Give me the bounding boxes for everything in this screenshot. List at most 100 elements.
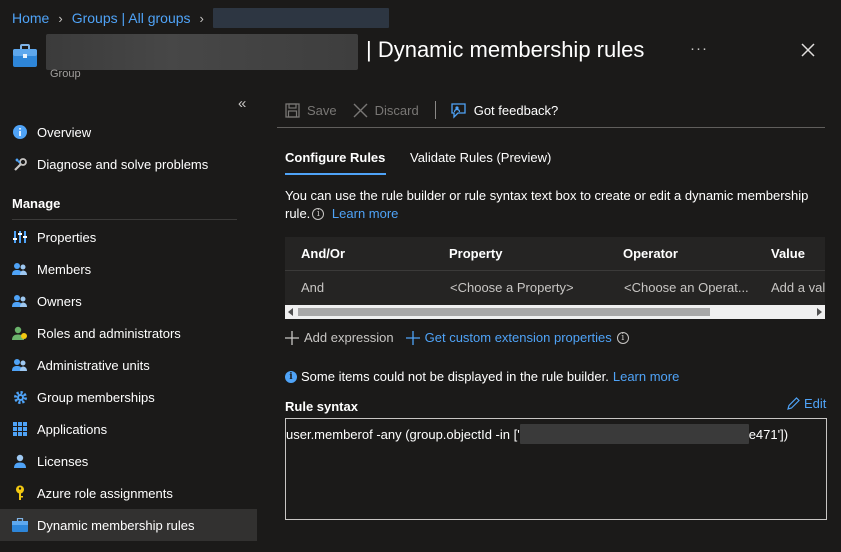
sidebar-item-members[interactable]: Members [0,253,257,285]
sidebar-item-label: Applications [37,421,108,437]
licenses-icon [12,453,28,469]
page-subtitle: Group [50,68,81,80]
breadcrumb-redacted[interactable] [212,8,389,28]
rule-actions: Add expression Get custom extension prop… [285,330,645,345]
rule-syntax-value: user.memberof -any (group.objectId -in [… [286,424,788,444]
rule-syntax-textbox[interactable]: user.memberof -any (group.objectId -in [… [285,418,827,520]
property-select[interactable]: <Choose a Property> [450,280,574,295]
sidebar-item-admin-units[interactable]: Administrative units [0,349,257,381]
edit-label: Edit [804,396,827,411]
sidebar-item-label: Owners [37,293,82,309]
sidebar-item-dynamic-membership-rules[interactable]: Dynamic membership rules [0,509,257,541]
chevron-right-icon: › [199,10,204,26]
sidebar-item-group-memberships[interactable]: Group memberships [0,381,257,413]
sidebar-item-owners[interactable]: Owners [0,285,257,317]
section-title-manage: Manage [12,196,61,211]
owners-icon [12,293,28,309]
sidebar-item-overview[interactable]: Overview [0,116,257,148]
info-icon[interactable]: i [312,208,325,220]
notice-text: Some items could not be displayed in the… [301,369,609,384]
wrench-icon [12,156,28,172]
gear-icon [12,389,28,405]
properties-icon [12,229,28,245]
divider [12,219,237,220]
scroll-right-icon[interactable] [817,308,822,316]
breadcrumb: Home › Groups | All groups › [12,8,389,28]
custom-extension-label: Get custom extension properties [424,330,612,345]
sidebar-item-label: Properties [37,229,97,245]
sidebar-item-applications[interactable]: Applications [0,413,257,445]
save-button[interactable]: Save [285,103,337,118]
divider [277,127,825,128]
sidebar-item-label: Group memberships [37,389,155,405]
scroll-left-icon[interactable] [288,308,293,316]
sidebar-item-label: Roles and administrators [37,325,181,341]
plus-icon [405,330,420,345]
value-input[interactable]: Add a val [771,280,825,295]
rule-syntax-label: Rule syntax [285,399,358,414]
pencil-icon [787,397,800,410]
more-options-button[interactable]: ··· [690,40,708,57]
info-icon[interactable]: i [616,331,629,344]
breadcrumb-groups[interactable]: Groups | All groups [72,10,191,26]
group-name-redacted [46,34,358,70]
column-header: Value [771,246,805,261]
close-icon[interactable] [800,42,816,58]
operator-select[interactable]: <Choose an Operat... [624,280,749,295]
sidebar-item-roles[interactable]: Roles and administrators [0,317,257,349]
feedback-button[interactable]: Got feedback? [450,102,559,119]
tab-validate-rules[interactable]: Validate Rules (Preview) [410,150,551,165]
plus-icon [285,330,299,345]
sidebar-item-label: Overview [37,124,92,140]
sidebar-item-label: Members [37,261,92,277]
rule-syntax-suffix: e471']) [748,427,789,442]
collapse-sidebar-icon[interactable]: « [238,95,246,112]
and-or-select[interactable]: And [301,280,324,295]
table-header-row: And/Or Property Operator Value [285,237,825,271]
info-icon [12,124,28,140]
rule-syntax-prefix: user.memberof -any (group.objectId -in [… [286,427,520,442]
column-header: Operator [623,246,678,261]
tab-configure-rules[interactable]: Configure Rules [285,150,385,165]
chevron-right-icon: › [58,10,63,26]
feedback-label: Got feedback? [473,102,559,118]
toolbar-separator [434,101,436,119]
key-icon [12,485,28,501]
page-title: | Dynamic membership rules [366,37,645,62]
sidebar-item-licenses[interactable]: Licenses [0,445,257,477]
edit-button[interactable]: Edit [787,396,826,411]
sidebar-item-label: Licenses [37,453,89,469]
sidebar-item-label: Dynamic membership rules [37,517,195,533]
horizontal-scrollbar[interactable] [285,305,825,319]
feedback-icon [450,102,467,119]
table-row: And <Choose a Property> <Choose an Opera… [285,271,825,305]
discard-icon [353,103,368,118]
briefcase-icon [12,517,28,533]
description: You can use the rule builder or rule syn… [285,187,820,223]
active-tab-indicator [285,173,386,175]
sidebar-item-azure-role-assignments[interactable]: Azure role assignments [0,477,257,509]
get-custom-extension-button[interactable]: Get custom extension properties i [405,330,633,345]
rule-builder-table: And/Or Property Operator Value And <Choo… [285,237,825,305]
column-header: And/Or [301,246,346,261]
discard-button[interactable]: Discard [353,103,419,118]
scrollbar-thumb[interactable] [298,308,710,316]
breadcrumb-home[interactable]: Home [12,10,49,26]
sidebar-item-properties[interactable]: Properties [0,221,257,253]
admin-units-icon [12,357,28,373]
notice-learn-more-link[interactable]: Learn more [613,369,679,384]
discard-label: Discard [374,102,419,118]
save-icon [285,102,300,118]
sidebar-item-label: Azure role assignments [37,485,173,501]
add-expression-label: Add expression [304,330,394,345]
grid-icon [12,421,28,437]
sidebar-item-label: Diagnose and solve problems [37,156,209,172]
save-label: Save [307,102,337,118]
add-expression-button[interactable]: Add expression [285,330,394,345]
command-bar: Save Discard Got feedback? [285,100,574,120]
object-id-redacted [519,424,749,444]
briefcase-icon [12,44,38,68]
learn-more-link[interactable]: Learn more [332,206,398,221]
info-notice: i Some items could not be displayed in t… [285,369,679,384]
sidebar-item-diagnose[interactable]: Diagnose and solve problems [0,148,257,180]
